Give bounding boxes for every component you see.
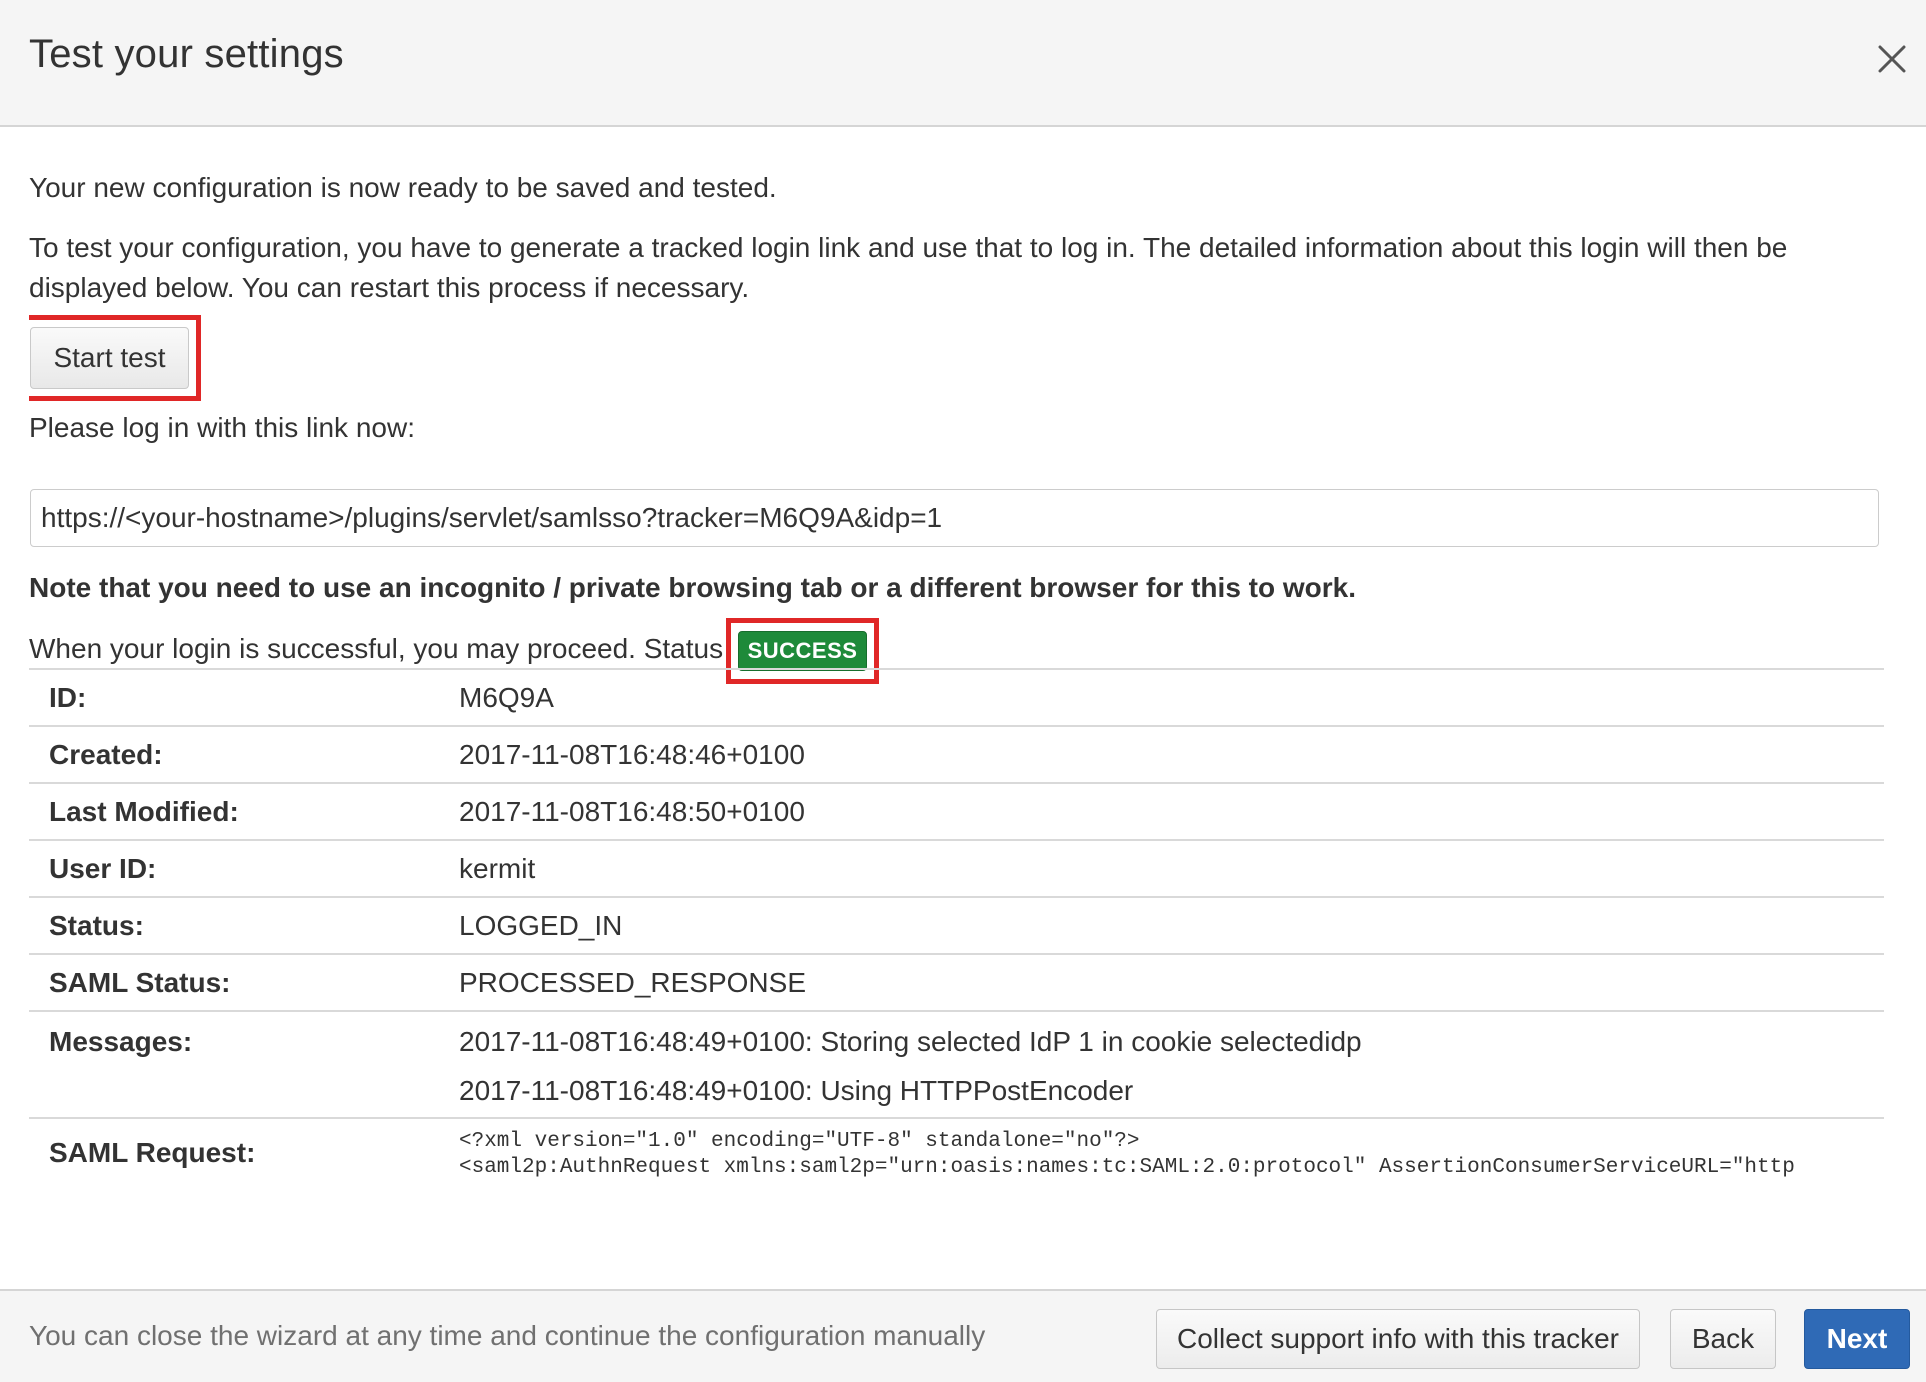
next-button[interactable]: Next <box>1804 1309 1910 1369</box>
row-key: SAML Status: <box>49 967 231 998</box>
row-key: Last Modified: <box>49 796 239 827</box>
xml-line: <?xml version="1.0" encoding="UTF-8" sta… <box>459 1130 1140 1153</box>
row-key: ID: <box>49 682 87 713</box>
start-test-highlight: Start test <box>29 315 201 401</box>
footer-hint: You can close the wizard at any time and… <box>29 1320 986 1351</box>
row-value: 2017-11-08T16:48:50+0100 <box>459 796 805 827</box>
table-row: Last Modified: 2017-11-08T16:48:50+0100 <box>29 784 1884 841</box>
close-icon[interactable] <box>1876 43 1908 75</box>
xml-line: <saml2p:AuthnRequest xmlns:saml2p="urn:o… <box>459 1156 1795 1179</box>
table-row: SAML Request: <?xml version="1.0" encodi… <box>29 1119 1884 1199</box>
table-row: Messages: 2017-11-08T16:48:49+0100: Stor… <box>29 1012 1884 1119</box>
row-value: kermit <box>459 853 536 884</box>
row-value: 2017-11-08T16:48:46+0100 <box>459 739 805 770</box>
tracker-details-table: ID: M6Q9A Created: 2017-11-08T16:48:46+0… <box>29 668 1884 1199</box>
message-item: 2017-11-08T16:48:49+0100: Using HTTPPost… <box>459 1075 1134 1106</box>
dialog-title: Test your settings <box>29 32 344 76</box>
message-item: 2017-11-08T16:48:49+0100: Storing select… <box>459 1026 1362 1057</box>
back-button[interactable]: Back <box>1670 1309 1776 1369</box>
table-row: Created: 2017-11-08T16:48:46+0100 <box>29 727 1884 784</box>
dialog-body: Your new configuration is now ready to b… <box>29 127 1884 1289</box>
login-link-field[interactable] <box>30 489 1879 547</box>
row-key: Status: <box>49 910 144 941</box>
table-row: SAML Status: PROCESSED_RESPONSE <box>29 955 1884 1012</box>
table-row: Status: LOGGED_IN <box>29 898 1884 955</box>
status-line: When your login is successful, you may p… <box>29 633 724 664</box>
instructions-text: To test your configuration, you have to … <box>29 232 1788 303</box>
row-key: User ID: <box>49 853 157 884</box>
row-value: LOGGED_IN <box>459 910 623 941</box>
row-key: Messages: <box>49 1026 193 1057</box>
dialog-header: Test your settings <box>0 0 1926 127</box>
test-settings-dialog: Test your settings Your new configuratio… <box>0 0 1926 1382</box>
login-prompt: Please log in with this link now: <box>29 412 415 443</box>
status-badge: SUCCESS <box>738 631 867 671</box>
row-value: M6Q9A <box>459 682 554 713</box>
incognito-note: Note that you need to use an incognito /… <box>29 572 1357 603</box>
ready-text: Your new configuration is now ready to b… <box>29 172 777 203</box>
table-row: User ID: kermit <box>29 841 1884 898</box>
row-key: Created: <box>49 739 163 770</box>
row-key: SAML Request: <box>49 1137 256 1168</box>
collect-support-info-button[interactable]: Collect support info with this tracker <box>1156 1309 1640 1369</box>
row-value: PROCESSED_RESPONSE <box>459 967 806 998</box>
start-test-button[interactable]: Start test <box>30 327 189 389</box>
table-row: ID: M6Q9A <box>29 670 1884 727</box>
dialog-footer: You can close the wizard at any time and… <box>0 1289 1926 1382</box>
